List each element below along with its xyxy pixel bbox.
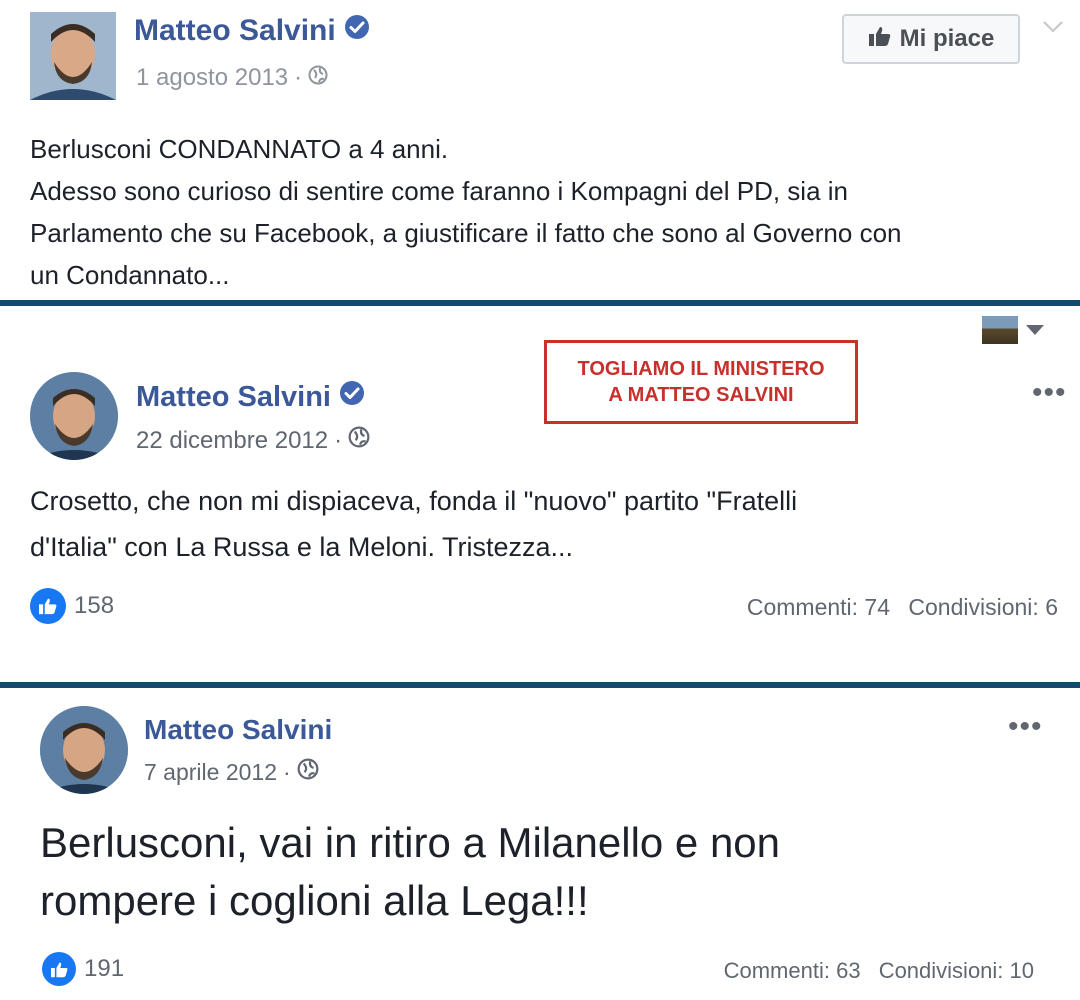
post-2012-april: ••• Matteo Salvini 7 aprile 2012 · Berlu… [0,688,1080,1000]
post-stats: Commenti: 63 Condivisioni: 10 [724,958,1034,984]
post-stats: Commenti: 74 Condivisioni: 6 [747,594,1058,621]
verified-badge-icon [339,380,365,414]
post-text-line: Crosetto, che non mi dispiaceva, fonda i… [30,486,798,516]
avatar[interactable] [30,12,116,100]
avatar-photo [40,706,128,794]
post-text-line: un Condannato... [30,260,230,290]
more-options-icon[interactable]: ••• [1008,712,1043,742]
author-name[interactable]: Matteo Salvini [136,380,365,414]
author-name-text[interactable]: Matteo Salvini [134,14,336,48]
post-date[interactable]: 1 agosto 2013 [136,64,288,92]
reaction-count[interactable]: 158 [30,588,114,624]
post-text-line: Berlusconi, vai in ritiro a Milanello e … [40,819,781,866]
post-text-line: d'Italia" con La Russa e la Meloni. Tris… [30,532,573,562]
banner-line: TOGLIAMO IL MINISTERO [577,358,825,380]
author-name-text[interactable]: Matteo Salvini [144,714,332,746]
thumbs-up-icon [30,588,66,624]
chevron-down-icon[interactable] [1026,322,1044,340]
chevron-down-icon[interactable] [1042,20,1064,39]
meta-separator: · [294,64,303,91]
post-text: Crosetto, che non mi dispiaceva, fonda i… [30,478,797,570]
like-button-label: Mi piace [899,25,995,52]
more-options-icon[interactable]: ••• [1032,378,1067,408]
like-page-button[interactable]: Mi piace [842,14,1020,64]
author-name-text[interactable]: Matteo Salvini [136,381,331,414]
meta-separator: · [283,758,291,785]
thumbnail-icon [982,316,1018,344]
post-text: Berlusconi CONDANNATO a 4 anni. Adesso s… [30,128,901,296]
post-text: Berlusconi, vai in ritiro a Milanello e … [40,814,780,930]
comments-count[interactable]: Commenti: 74 [747,594,890,620]
post-text-line: Adesso sono curioso di sentire come fara… [30,176,848,206]
post-meta: 1 agosto 2013 · [136,64,328,92]
avatar[interactable] [30,372,118,460]
post-2012-december: TOGLIAMO IL MINISTERO A MATTEO SALVINI •… [0,306,1080,680]
like-count-value: 158 [74,592,115,619]
comments-count[interactable]: Commenti: 63 [724,958,861,983]
globe-icon [297,758,319,786]
post-meta: 22 dicembre 2012 · [136,426,370,455]
globe-icon [348,426,370,455]
shares-count[interactable]: Condivisioni: 10 [879,958,1034,983]
like-count-value: 191 [84,955,125,982]
post-text-line: Parlamento che su Facebook, a giustifica… [30,218,902,248]
post-2013: Matteo Salvini 1 agosto 2013 · Mi piace … [0,0,1080,300]
globe-icon [308,64,328,92]
avatar-photo [30,12,116,100]
verified-badge-icon [344,14,370,48]
avatar-photo [30,372,118,460]
reaction-count[interactable]: 191 [42,952,124,986]
meta-separator: · [334,426,343,454]
post-date[interactable]: 7 aprile 2012 [144,759,277,786]
author-name[interactable]: Matteo Salvini [144,714,332,746]
author-name[interactable]: Matteo Salvini [134,14,370,48]
banner-line: A MATTEO SALVINI [608,384,794,406]
avatar[interactable] [40,706,128,794]
post-meta: 7 aprile 2012 · [144,758,319,786]
post-date[interactable]: 22 dicembre 2012 [136,427,328,455]
post-text-line: Berlusconi CONDANNATO a 4 anni. [30,134,449,164]
protest-banner: TOGLIAMO IL MINISTERO A MATTEO SALVINI [544,340,858,424]
shares-count[interactable]: Condivisioni: 6 [908,594,1058,620]
thumbs-up-icon [868,25,892,54]
thumbs-up-icon [42,952,76,986]
post-text-line: rompere i coglioni alla Lega!!! [40,877,589,924]
